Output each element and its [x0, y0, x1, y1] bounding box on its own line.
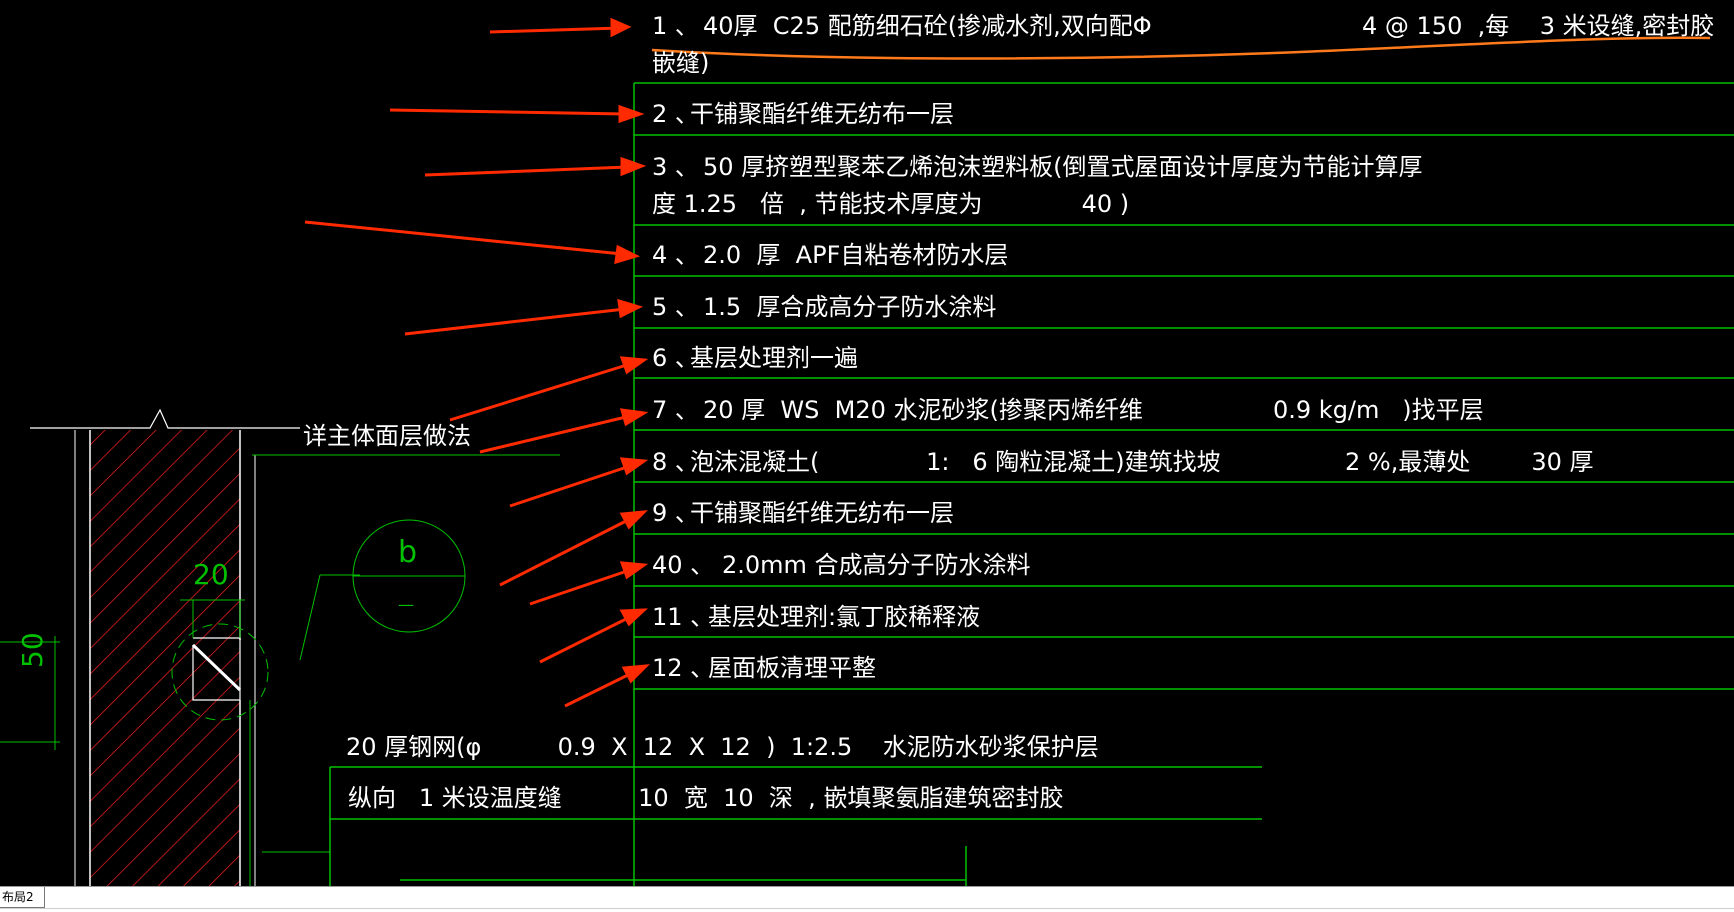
layer-7-text-right: 0.9 kg/m )找平层	[1273, 396, 1484, 424]
layer-3-text: 50 厚挤塑型聚苯乙烯泡沫塑料板(倒置式屋面设计厚度为节能计算厚	[703, 153, 1423, 181]
layer-3-num: 3 、	[652, 153, 699, 181]
layer-1-text: 40厚 C25 配筋细石砼(掺减水剂,双向配Φ	[703, 12, 1152, 40]
layer-2-text: 干铺聚酯纤维无纺布一层	[690, 100, 954, 128]
layer-10-text: 2.0mm 合成高分子防水涂料	[722, 551, 1031, 579]
detail-bubble-sub: —	[398, 595, 414, 614]
layer-7-num: 7 、	[652, 396, 699, 424]
layer-9-text: 干铺聚酯纤维无纺布一层	[690, 499, 954, 527]
layer-12-text: 屋面板清理平整	[708, 654, 876, 682]
tab-bar-divider	[0, 908, 1734, 909]
wall-note-line-1: 20 厚钢网(φ 0.9 X 12 X 12 ) 1:2.5 水泥防水砂浆保护层	[346, 733, 1099, 761]
detail-bubble-letter: b	[398, 535, 418, 570]
layer-5-num: 5 、	[652, 293, 699, 321]
wall-section	[30, 408, 330, 886]
dimension-50: 50	[16, 632, 49, 668]
layer-11-text: 基层处理剂:氯丁胶稀释液	[708, 603, 981, 631]
layer-1-text-right: 4 @ 150 ,每 3 米设缝,密封胶	[1362, 12, 1715, 40]
layer-4-text: 2.0 厚 APF自粘卷材防水层	[703, 241, 1009, 269]
layer-10-num: 40 、	[652, 551, 715, 579]
red-arrows	[304, 17, 650, 708]
layer-8-text-right: 2 %,最薄处 30 厚	[1345, 448, 1594, 476]
detail-reference-label: 详主体面层做法	[303, 422, 471, 450]
layer-3-text-wrap: 度 1.25 倍 , 节能技术厚度为 40 )	[652, 190, 1130, 218]
layer-1-text-wrap: 嵌缝)	[652, 49, 710, 77]
wall-note-line-2: 纵向 1 米设温度缝 10 宽 10 深 , 嵌填聚氨脂建筑密封胶	[348, 784, 1064, 812]
layer-11-num: 11 、	[652, 603, 715, 631]
layer-4-num: 4 、	[652, 241, 699, 269]
layout-tab-bar: 布局2	[0, 886, 1734, 912]
dimension-20: 20	[193, 558, 229, 591]
layer-7-text: 20 厚 WS M20 水泥砂浆(掺聚丙烯纤维	[703, 396, 1143, 424]
dimension-lines	[0, 454, 560, 750]
layer-8-text: 泡沫混凝土( 1: 6 陶粒混凝土)建筑找坡	[690, 448, 1221, 476]
layer-12-num: 12 、	[652, 654, 715, 682]
layer-1-num: 1 、	[652, 12, 699, 40]
layer-5-text: 1.5 厚合成高分子防水涂料	[703, 293, 997, 321]
layer-6-text: 基层处理剂一遍	[690, 344, 858, 372]
tab-layout-2[interactable]: 布局2	[0, 887, 45, 908]
